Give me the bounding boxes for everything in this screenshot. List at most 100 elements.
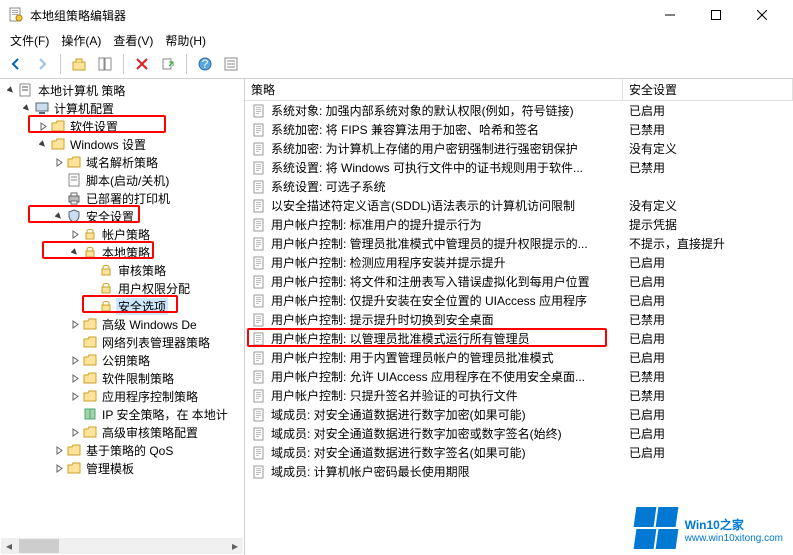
tree-name-resolution[interactable]: 域名解析策略 — [0, 153, 244, 171]
policy-row[interactable]: 用户帐户控制: 以管理员批准模式运行所有管理员已启用 — [245, 329, 793, 348]
tree-user-rights[interactable]: 用户权限分配 — [0, 279, 244, 297]
tree-security-options[interactable]: 安全选项 — [0, 297, 244, 315]
computer-icon — [34, 100, 50, 116]
tree-software-restriction[interactable]: 软件限制策略 — [0, 369, 244, 387]
menu-help[interactable]: 帮助(H) — [159, 30, 212, 51]
tree-h-scrollbar[interactable]: ◂ ▸ — [1, 538, 243, 554]
expand-toggle-icon[interactable] — [68, 248, 82, 257]
policy-row[interactable]: 用户帐户控制: 用于内置管理员帐户的管理员批准模式已启用 — [245, 348, 793, 367]
tree-security-settings[interactable]: 安全设置 — [0, 207, 244, 225]
tree-windows-settings[interactable]: Windows 设置 — [0, 135, 244, 153]
expand-toggle-icon[interactable] — [68, 374, 82, 383]
policy-setting: 已禁用 — [623, 368, 793, 385]
expand-toggle-icon[interactable] — [52, 158, 66, 167]
menu-action[interactable]: 操作(A) — [55, 30, 107, 51]
expand-toggle-icon[interactable] — [68, 428, 82, 437]
tree-software-settings[interactable]: 软件设置 — [0, 117, 244, 135]
tree-app-control[interactable]: 应用程序控制策略 — [0, 387, 244, 405]
tree-label: IP 安全策略，在 本地计 — [100, 406, 230, 423]
policy-item-icon — [251, 103, 267, 119]
policy-name: 用户帐户控制: 管理员批准模式中管理员的提升权限提示的... — [271, 235, 623, 252]
delete-button[interactable] — [130, 52, 154, 76]
policy-row[interactable]: 域成员: 对安全通道数据进行数字加密(如果可能)已启用 — [245, 405, 793, 424]
tree-advanced-windows-defender[interactable]: 高级 Windows De — [0, 315, 244, 333]
policy-row[interactable]: 用户帐户控制: 仅提升安装在安全位置的 UIAccess 应用程序已启用 — [245, 291, 793, 310]
policy-row[interactable]: 用户帐户控制: 允许 UIAccess 应用程序在不使用安全桌面...已禁用 — [245, 367, 793, 386]
help-button[interactable]: ? — [193, 52, 217, 76]
menu-file[interactable]: 文件(F) — [4, 30, 55, 51]
policy-row[interactable]: 系统加密: 将 FIPS 兼容算法用于加密、哈希和签名已禁用 — [245, 120, 793, 139]
nav-back-button[interactable] — [4, 52, 28, 76]
tree-pane[interactable]: 本地计算机 策略计算机配置软件设置Windows 设置域名解析策略脚本(启动/关… — [0, 79, 245, 555]
expand-toggle-icon[interactable] — [36, 122, 50, 131]
policy-row[interactable]: 以安全描述符定义语言(SDDL)语法表示的计算机访问限制没有定义 — [245, 196, 793, 215]
tree-scripts[interactable]: 脚本(启动/关机) — [0, 171, 244, 189]
policy-item-icon — [251, 160, 267, 176]
list-body[interactable]: 系统对象: 加强内部系统对象的默认权限(例如，符号链接)已启用系统加密: 将 F… — [245, 101, 793, 555]
policy-row[interactable]: 系统设置: 可选子系统 — [245, 177, 793, 196]
tree-label: 管理模板 — [84, 460, 136, 477]
expand-toggle-icon[interactable] — [68, 356, 82, 365]
policy-name: 域成员: 计算机帐户密码最长使用期限 — [271, 463, 623, 480]
menu-view[interactable]: 查看(V) — [107, 30, 159, 51]
policy-row[interactable]: 用户帐户控制: 将文件和注册表写入错误虚拟化到每用户位置已启用 — [245, 272, 793, 291]
tree-public-key[interactable]: 公钥策略 — [0, 351, 244, 369]
tree-root[interactable]: 本地计算机 策略 — [0, 81, 244, 99]
tree-deployed-printers[interactable]: 已部署的打印机 — [0, 189, 244, 207]
folder-icon — [82, 334, 98, 350]
scroll-left-icon[interactable]: ◂ — [1, 538, 17, 554]
expand-toggle-icon[interactable] — [68, 320, 82, 329]
nav-forward-button[interactable] — [30, 52, 54, 76]
policy-setting: 已启用 — [623, 292, 793, 309]
policy-row[interactable]: 系统加密: 为计算机上存储的用户密钥强制进行强密钥保护没有定义 — [245, 139, 793, 158]
policy-name: 域成员: 对安全通道数据进行数字签名(如果可能) — [271, 444, 623, 461]
tree-local-policies[interactable]: 本地策略 — [0, 243, 244, 261]
policy-row[interactable]: 用户帐户控制: 只提升签名并验证的可执行文件已禁用 — [245, 386, 793, 405]
expand-toggle-icon[interactable] — [36, 140, 50, 149]
minimize-button[interactable] — [647, 0, 693, 30]
expand-toggle-icon[interactable] — [4, 86, 18, 95]
tree-audit-policy[interactable]: 审核策略 — [0, 261, 244, 279]
expand-toggle-icon[interactable] — [52, 212, 66, 221]
folder-icon — [82, 316, 98, 332]
expand-toggle-icon[interactable] — [68, 392, 82, 401]
column-header-policy[interactable]: 策略 — [245, 79, 623, 100]
scroll-thumb[interactable] — [19, 539, 59, 553]
policy-row[interactable]: 域成员: 对安全通道数据进行数字加密或数字签名(始终)已启用 — [245, 424, 793, 443]
window-title: 本地组策略编辑器 — [30, 7, 647, 24]
tree-admin-templates[interactable]: 管理模板 — [0, 459, 244, 477]
expand-toggle-icon[interactable] — [52, 446, 66, 455]
tree-label: 域名解析策略 — [84, 154, 160, 171]
maximize-button[interactable] — [693, 0, 739, 30]
shield-icon — [66, 208, 82, 224]
expand-toggle-icon[interactable] — [52, 464, 66, 473]
policy-row[interactable]: 用户帐户控制: 标准用户的提升提示行为提示凭据 — [245, 215, 793, 234]
tree-policy-qos[interactable]: 基于策略的 QoS — [0, 441, 244, 459]
scroll-right-icon[interactable]: ▸ — [227, 538, 243, 554]
policy-row[interactable]: 域成员: 对安全通道数据进行数字签名(如果可能)已启用 — [245, 443, 793, 462]
tree-account-policies[interactable]: 帐户策略 — [0, 225, 244, 243]
tree-computer-config[interactable]: 计算机配置 — [0, 99, 244, 117]
tree-network-list-mgr[interactable]: 网络列表管理器策略 — [0, 333, 244, 351]
tree-advanced-audit[interactable]: 高级审核策略配置 — [0, 423, 244, 441]
tree-label: 高级 Windows De — [100, 316, 199, 333]
policy-row[interactable]: 域成员: 计算机帐户密码最长使用期限 — [245, 462, 793, 481]
policy-row[interactable]: 用户帐户控制: 检测应用程序安装并提示提升已启用 — [245, 253, 793, 272]
column-header-setting[interactable]: 安全设置 — [623, 79, 793, 100]
close-button[interactable] — [739, 0, 785, 30]
show-hide-button[interactable] — [93, 52, 117, 76]
policy-name: 用户帐户控制: 用于内置管理员帐户的管理员批准模式 — [271, 349, 623, 366]
policy-item-icon — [251, 274, 267, 290]
properties-button[interactable] — [219, 52, 243, 76]
up-button[interactable] — [67, 52, 91, 76]
policy-row[interactable]: 用户帐户控制: 管理员批准模式中管理员的提升权限提示的...不提示，直接提升 — [245, 234, 793, 253]
export-button[interactable] — [156, 52, 180, 76]
policy-row[interactable]: 系统设置: 将 Windows 可执行文件中的证书规则用于软件...已禁用 — [245, 158, 793, 177]
policy-row[interactable]: 系统对象: 加强内部系统对象的默认权限(例如，符号链接)已启用 — [245, 101, 793, 120]
policy-name: 用户帐户控制: 仅提升安装在安全位置的 UIAccess 应用程序 — [271, 292, 623, 309]
expand-toggle-icon[interactable] — [68, 230, 82, 239]
expand-toggle-icon[interactable] — [20, 104, 34, 113]
policy-row[interactable]: 用户帐户控制: 提示提升时切换到安全桌面已禁用 — [245, 310, 793, 329]
policy-item-icon — [251, 331, 267, 347]
tree-ip-security[interactable]: IP 安全策略，在 本地计 — [0, 405, 244, 423]
